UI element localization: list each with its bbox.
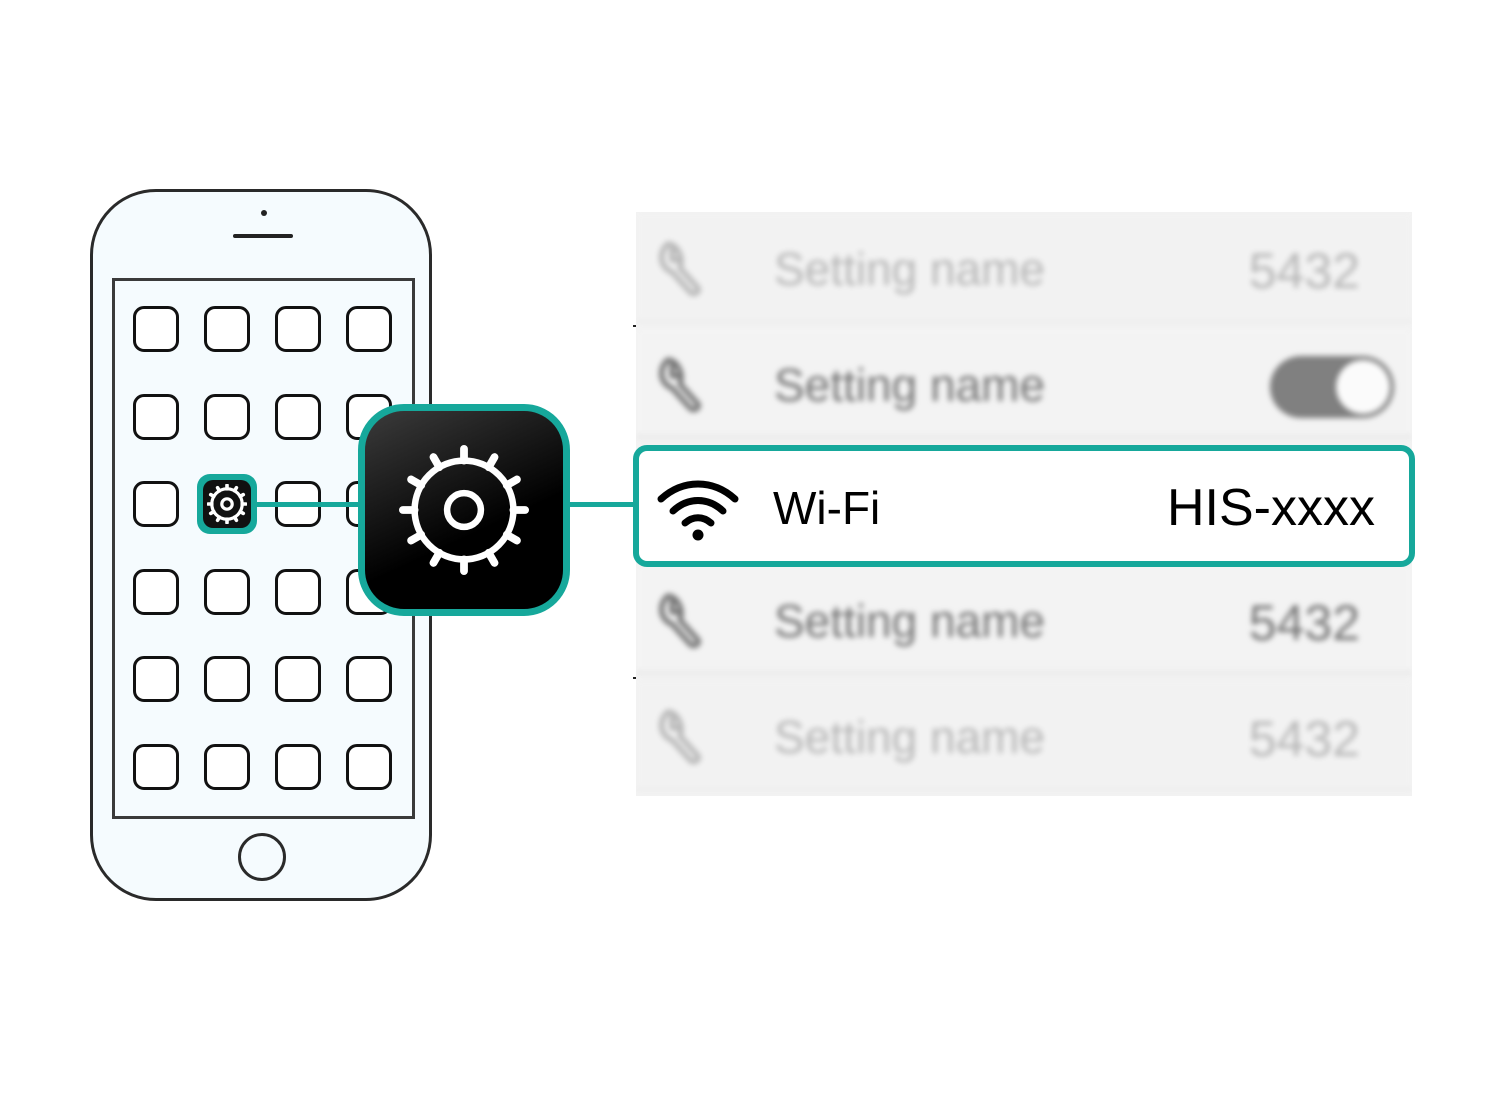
diagram-stage: Setting name 5432 Setting name Setting n…: [0, 0, 1500, 1104]
app-icon[interactable]: [133, 743, 179, 790]
app-icon[interactable]: [133, 568, 179, 615]
app-icon[interactable]: [275, 743, 321, 790]
app-icon[interactable]: [204, 306, 250, 352]
setting-label: Setting name: [774, 359, 1046, 411]
settings-row[interactable]: Setting name 5432: [636, 212, 1412, 322]
wifi-settings-row[interactable]: Wi-Fi HIS-xxxx: [633, 445, 1415, 567]
app-icon[interactable]: [133, 481, 179, 527]
highlighted-settings-app[interactable]: [197, 474, 257, 534]
settings-row[interactable]: Setting name 5432: [636, 564, 1412, 674]
app-icon[interactable]: [275, 393, 321, 440]
app-icon[interactable]: [133, 306, 179, 352]
wrench-icon: [659, 709, 701, 765]
settings-row[interactable]: Setting name 5432: [636, 680, 1412, 790]
app-icon[interactable]: [346, 656, 392, 702]
gear-icon: [207, 484, 247, 524]
setting-label: Setting name: [774, 595, 1046, 647]
app-icon[interactable]: [133, 656, 179, 702]
settings-row[interactable]: Setting name: [636, 328, 1412, 438]
wifi-label: Wi-Fi: [773, 482, 881, 534]
setting-toggle[interactable]: [1270, 356, 1394, 418]
setting-value: 5432: [1248, 595, 1360, 651]
app-icon[interactable]: [346, 743, 392, 790]
app-icon[interactable]: [275, 656, 321, 702]
connector-line-right: [568, 502, 636, 507]
toggle-knob: [1336, 360, 1390, 414]
camera-dot: [261, 210, 267, 216]
edge-tick: [633, 325, 636, 327]
app-icon[interactable]: [275, 568, 321, 615]
settings-app-zoom: [358, 404, 570, 616]
mini-gear-icon: [203, 480, 251, 528]
app-icon[interactable]: [133, 393, 179, 440]
app-icon[interactable]: [204, 568, 250, 615]
app-icon[interactable]: [275, 306, 321, 352]
speaker-slot: [233, 234, 293, 238]
app-icon[interactable]: [346, 306, 392, 352]
home-button[interactable]: [238, 833, 286, 881]
setting-label: Setting name: [774, 243, 1046, 295]
connector-line-left: [256, 502, 362, 507]
app-icon[interactable]: [204, 393, 250, 440]
setting-label: Setting name: [774, 711, 1046, 763]
setting-value: 5432: [1248, 711, 1360, 767]
gear-icon: [399, 445, 529, 575]
app-icon[interactable]: [204, 743, 250, 790]
wifi-network-name: HIS-xxxx: [1167, 479, 1375, 537]
wrench-icon: [659, 593, 701, 649]
wifi-icon: [657, 480, 739, 541]
setting-value: 5432: [1248, 243, 1360, 299]
app-icon[interactable]: [204, 656, 250, 702]
wrench-icon: [659, 357, 701, 413]
wrench-icon: [659, 241, 701, 297]
edge-tick: [633, 677, 636, 679]
